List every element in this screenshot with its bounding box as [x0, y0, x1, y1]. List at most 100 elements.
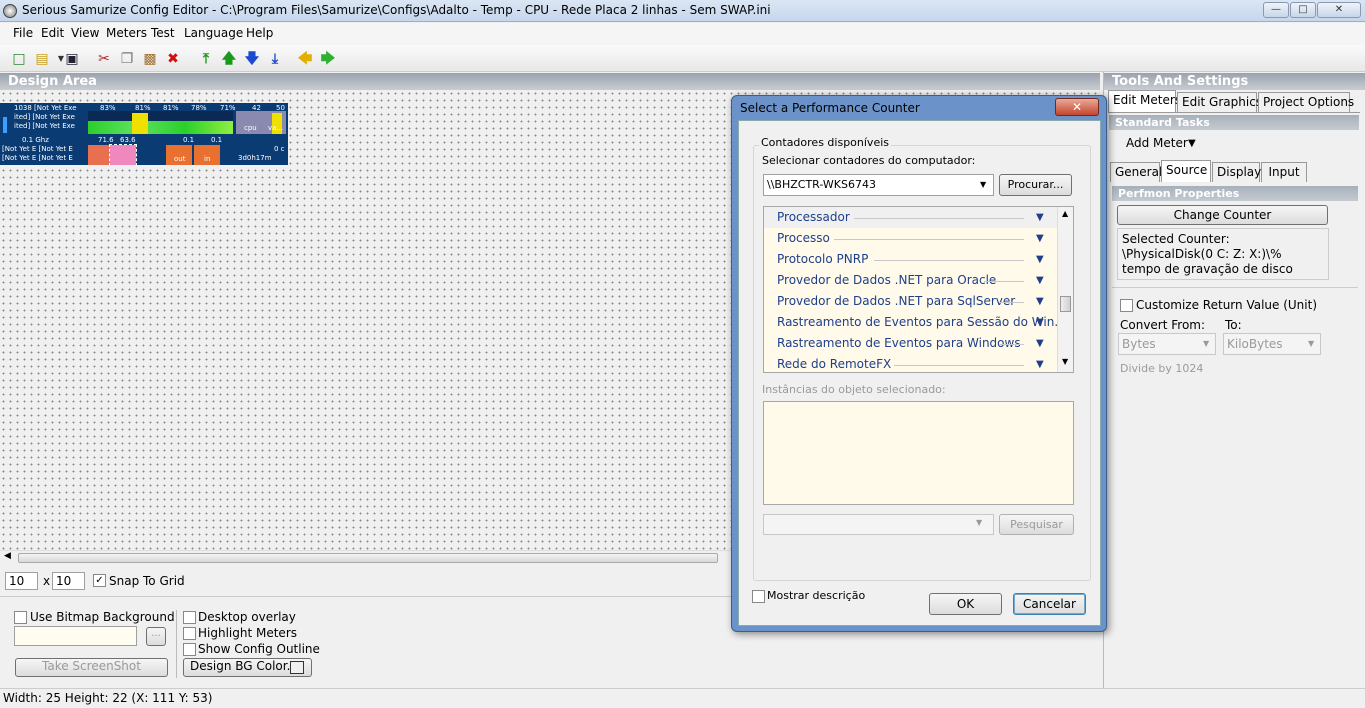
redo-icon[interactable]: 🡆 — [319, 50, 337, 68]
chevron-down-icon[interactable]: ▼ — [1036, 207, 1044, 228]
undo-icon[interactable]: 🡄 — [296, 50, 314, 68]
list-item[interactable]: Provedor de Dados .NET para SqlServer ▼ — [764, 291, 1058, 312]
title-bar: Serious Samurize Config Editor - C:\Prog… — [0, 0, 1365, 22]
paste-icon[interactable]: ▩ — [141, 50, 159, 68]
browse-computer-button[interactable]: Procurar... — [999, 174, 1072, 196]
list-item[interactable]: Rastreamento de Eventos para Sessão do W… — [764, 312, 1066, 333]
search-input[interactable]: ▼ — [763, 514, 994, 535]
design-bg-color-button[interactable]: Design BG Color... — [183, 658, 312, 677]
open-icon[interactable]: ▤ — [33, 50, 51, 68]
tab-display[interactable]: Display — [1212, 162, 1261, 182]
desktop-overlay-checkbox[interactable] — [183, 611, 196, 624]
tab-edit-graphics[interactable]: Edit Graphics — [1177, 92, 1262, 112]
dialog-close-button[interactable]: ✕ — [1055, 98, 1099, 116]
divider — [1000, 302, 1024, 303]
maximize-button[interactable]: □ — [1290, 2, 1316, 18]
skin-text: 0.1 Ghz — [22, 136, 49, 144]
bitmap-path-input[interactable] — [14, 626, 137, 646]
tab-edit-meters[interactable]: Edit Meters — [1108, 90, 1181, 112]
tab-general[interactable]: General — [1110, 162, 1162, 182]
show-description-checkbox[interactable] — [752, 590, 765, 603]
menu-edit[interactable]: Edit — [41, 26, 64, 40]
copy-icon[interactable]: ❐ — [118, 50, 136, 68]
move-down-icon[interactable]: 🡇 — [243, 50, 261, 68]
list-item[interactable]: Processador ▼ — [764, 207, 1058, 228]
cancel-button[interactable]: Cancelar — [1013, 593, 1086, 615]
save-icon[interactable]: ▣ — [63, 50, 81, 68]
scroll-down-icon[interactable]: ▼ — [1062, 357, 1068, 366]
divider — [834, 239, 1024, 240]
list-item[interactable]: Rastreamento de Eventos para Windows ▼ — [764, 333, 1058, 354]
minimize-button[interactable]: — — [1263, 2, 1289, 18]
horizontal-scrollbar[interactable]: ◀ — [0, 550, 735, 564]
delete-icon[interactable]: ✖ — [164, 50, 182, 68]
tab-source[interactable]: Source — [1161, 160, 1211, 182]
menu-language[interactable]: Language — [184, 26, 243, 40]
ok-button[interactable]: OK — [929, 593, 1002, 615]
menu-meters[interactable]: Meters — [106, 26, 147, 40]
convert-to-label: To: — [1225, 318, 1242, 332]
send-to-back-icon[interactable]: ⤓ — [266, 50, 284, 68]
status-bar: Width: 25 Height: 22 (X: 111 Y: 53) — [0, 688, 1365, 708]
browse-bitmap-button[interactable]: ... — [146, 627, 166, 646]
menu-help[interactable]: Help — [246, 26, 273, 40]
scrollbar-thumb[interactable] — [1060, 296, 1071, 312]
list-item[interactable]: Provedor de Dados .NET para Oracle ▼ — [764, 270, 1058, 291]
move-up-icon[interactable]: 🡅 — [220, 50, 238, 68]
menu-test[interactable]: Test — [151, 26, 175, 40]
computer-select[interactable]: \\BHZCTR-WKS6743 ▼ — [763, 174, 994, 196]
counters-scrollbar[interactable]: ▲ ▼ — [1057, 207, 1073, 372]
menu-file[interactable]: File — [13, 26, 33, 40]
chevron-down-icon[interactable]: ▼ — [1036, 249, 1044, 270]
instances-list[interactable] — [763, 401, 1074, 505]
grid-x-input[interactable]: 10 — [5, 572, 38, 590]
highlight-meters-checkbox[interactable] — [183, 627, 196, 640]
chevron-down-icon: ▼ — [976, 518, 983, 527]
customize-return-checkbox[interactable] — [1120, 299, 1133, 312]
chevron-down-icon[interactable]: ▼ — [1036, 291, 1044, 312]
chevron-down-icon[interactable]: ▼ — [1188, 138, 1196, 149]
counter-label: Processador — [777, 210, 850, 224]
counter-label: Provedor de Dados .NET para Oracle — [777, 273, 997, 287]
chevron-down-icon[interactable]: ▼ — [1036, 333, 1044, 354]
counter-label: Processo — [777, 231, 830, 245]
skin-text: 0.1 — [183, 136, 195, 144]
tab-project-options[interactable]: Project Options — [1258, 92, 1354, 112]
scrollbar-thumb[interactable] — [18, 553, 718, 563]
skin-text: 78% — [191, 104, 207, 112]
snap-to-grid-checkbox[interactable]: ✓ — [93, 574, 106, 587]
bring-to-front-icon[interactable]: ⤒ — [197, 50, 215, 68]
new-icon[interactable]: □ — [10, 50, 28, 68]
counters-list[interactable]: Processador ▼ Processo ▼ Protocolo PNRP ▼ P… — [763, 206, 1074, 373]
close-button[interactable]: ✕ — [1317, 2, 1361, 18]
highlight-meters-label: Highlight Meters — [198, 626, 297, 640]
list-item[interactable]: Processo ▼ — [764, 228, 1058, 249]
chevron-down-icon[interactable]: ▼ — [1036, 228, 1044, 249]
search-button[interactable]: Pesquisar — [999, 514, 1074, 535]
menu-view[interactable]: View — [71, 26, 99, 40]
chevron-down-icon[interactable]: ▼ — [1036, 270, 1044, 291]
show-outline-checkbox[interactable] — [183, 643, 196, 656]
list-item[interactable]: Rede do RemoteFX ▼ — [764, 354, 1058, 372]
cut-icon[interactable]: ✂ — [95, 50, 113, 68]
scroll-left-icon[interactable]: ◀ — [4, 551, 11, 561]
take-screenshot-button[interactable]: Take ScreenShot — [15, 658, 168, 677]
convert-from-select[interactable]: Bytes ▼ — [1118, 333, 1216, 355]
add-meter-label[interactable]: Add Meter — [1126, 136, 1188, 150]
chevron-down-icon[interactable]: ▼ — [1036, 312, 1044, 333]
use-bitmap-checkbox[interactable] — [14, 611, 27, 624]
change-counter-button[interactable]: Change Counter — [1117, 205, 1328, 225]
scroll-up-icon[interactable]: ▲ — [1062, 209, 1068, 218]
list-item[interactable]: Protocolo PNRP ▼ — [764, 249, 1058, 270]
chevron-down-icon[interactable]: ▼ — [1036, 354, 1044, 372]
status-text: Width: 25 Height: 22 (X: 111 Y: 53) — [3, 691, 213, 705]
skin-text: [Not Yet E [Not Yet E — [2, 145, 73, 153]
grid-y-input[interactable]: 10 — [52, 572, 85, 590]
convert-to-select[interactable]: KiloBytes ▼ — [1223, 333, 1321, 355]
dialog-title: Select a Performance Counter — [740, 101, 920, 115]
select-computer-label: Selecionar contadores do computador: — [762, 154, 976, 167]
standard-tasks-header: Standard Tasks — [1109, 115, 1359, 130]
skin-preview[interactable]: 1038 [Not Yet Exe ited] [Not Yet Exe ite… — [0, 103, 288, 165]
tab-input[interactable]: Input — [1261, 162, 1307, 182]
divider — [854, 218, 1024, 219]
